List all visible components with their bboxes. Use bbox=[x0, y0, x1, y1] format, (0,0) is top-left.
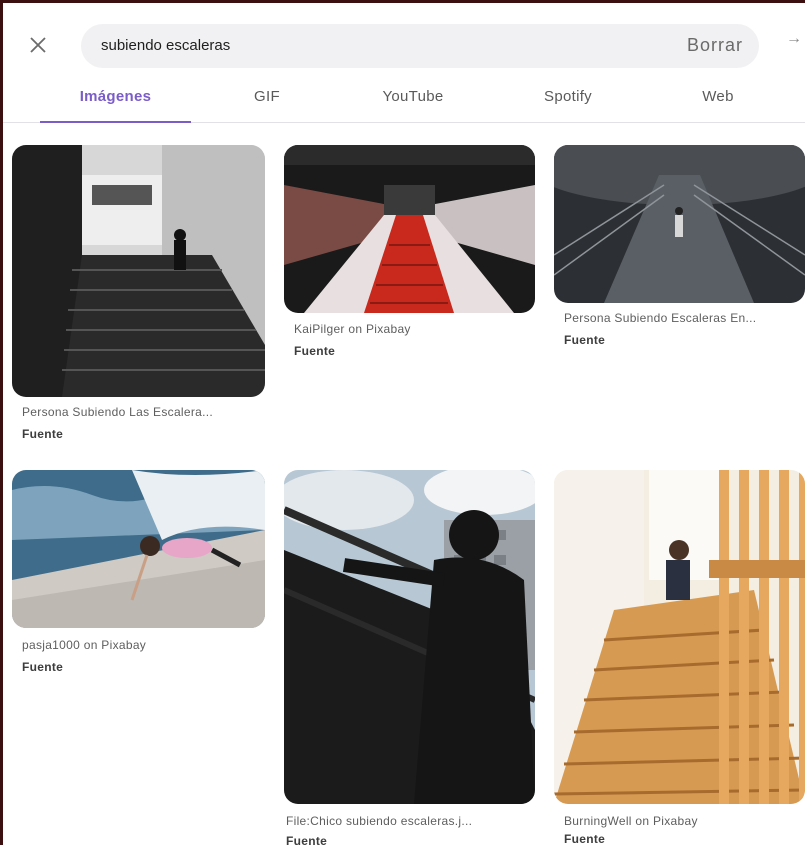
result-card[interactable]: Persona Subiendo Escaleras En... Fuente bbox=[554, 145, 805, 365]
result-caption: Persona Subiendo Las Escalera... bbox=[22, 405, 214, 419]
result-image[interactable] bbox=[12, 145, 265, 397]
source-link[interactable]: Fuente bbox=[564, 832, 605, 846]
source-link[interactable]: Fuente bbox=[564, 333, 605, 347]
search-query[interactable]: subiendo escaleras bbox=[101, 37, 230, 54]
result-card[interactable]: File:Chico subiendo escaleras.j... Fuent… bbox=[284, 470, 535, 848]
result-caption: KaiPilger on Pixabay bbox=[294, 322, 411, 336]
tab-spotify[interactable]: Spotify bbox=[518, 88, 618, 121]
result-image[interactable] bbox=[554, 145, 805, 303]
tab-gif[interactable]: GIF bbox=[228, 88, 306, 121]
result-image[interactable] bbox=[284, 145, 535, 313]
source-link[interactable]: Fuente bbox=[22, 660, 63, 674]
result-image[interactable] bbox=[554, 470, 805, 804]
clear-button[interactable]: Borrar bbox=[687, 35, 743, 56]
result-caption: Persona Subiendo Escaleras En... bbox=[564, 311, 757, 325]
result-image[interactable] bbox=[284, 470, 535, 804]
close-icon[interactable] bbox=[27, 34, 49, 56]
source-link[interactable]: Fuente bbox=[22, 427, 63, 441]
result-card[interactable]: BurningWell on Pixabay Fuente bbox=[554, 470, 805, 846]
arrow-right-icon[interactable]: → bbox=[786, 30, 802, 48]
tab-bar: Imágenes GIF YouTube Spotify Web bbox=[3, 82, 805, 123]
tab-youtube[interactable]: YouTube bbox=[358, 88, 468, 121]
source-link[interactable]: Fuente bbox=[286, 834, 327, 848]
result-caption: BurningWell on Pixabay bbox=[564, 814, 698, 828]
search-bar: subiendo escaleras Borrar bbox=[3, 6, 805, 78]
result-caption: File:Chico subiendo escaleras.j... bbox=[286, 814, 473, 828]
result-image[interactable] bbox=[12, 470, 265, 628]
result-card[interactable]: Persona Subiendo Las Escalera... Fuente bbox=[12, 145, 265, 445]
tab-web[interactable]: Web bbox=[675, 88, 761, 121]
source-link[interactable]: Fuente bbox=[294, 344, 335, 358]
result-caption: pasja1000 on Pixabay bbox=[22, 638, 147, 652]
result-card[interactable]: KaiPilger on Pixabay Fuente bbox=[284, 145, 535, 375]
result-card[interactable]: pasja1000 on Pixabay Fuente bbox=[12, 470, 265, 690]
tab-images[interactable]: Imágenes bbox=[40, 88, 191, 123]
search-input[interactable]: subiendo escaleras Borrar bbox=[81, 24, 759, 68]
